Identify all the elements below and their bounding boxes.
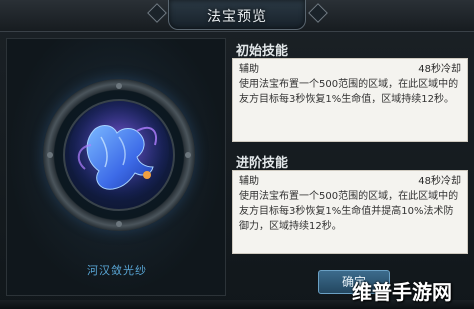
header-ornament-left xyxy=(147,3,167,23)
advanced-skill-card: 辅助 48秒冷却 使用法宝布置一个500范围的区域，在此区域中的友方目标每3秒恢… xyxy=(232,170,468,254)
header-bar: 法宝预览 xyxy=(0,0,474,32)
skill-header: 辅助 48秒冷却 xyxy=(233,171,467,188)
emblem-core xyxy=(63,99,175,211)
advanced-skill-title: 进阶技能 xyxy=(236,156,289,171)
rivet-icon xyxy=(116,221,122,227)
spirit-creature-icon xyxy=(69,101,169,201)
emblem-frame xyxy=(43,79,195,231)
watermark-text: 维普手游网 xyxy=(352,280,452,304)
skill-header: 辅助 48秒冷却 xyxy=(233,59,467,76)
rivet-icon xyxy=(185,152,191,158)
rivet-icon xyxy=(116,83,122,89)
window-title: 法宝预览 xyxy=(207,9,267,25)
skill-description: 使用法宝布置一个500范围的区域，在此区域中的友方目标每3秒恢复1%生命值，区域… xyxy=(239,79,459,105)
header-ornament-right xyxy=(308,3,328,23)
skill-type: 辅助 xyxy=(239,176,259,187)
item-display-panel: 河汉敛光纱 xyxy=(6,38,226,296)
initial-skill-card: 辅助 48秒冷却 使用法宝布置一个500范围的区域，在此区域中的友方目标每3秒恢… xyxy=(232,58,468,142)
skill-cooldown: 48秒冷却 xyxy=(418,64,461,75)
preview-window: 法宝预览 河汉敛光纱 初始技能 辅助 48秒冷却 使用法宝布置一个500范围的区… xyxy=(0,0,474,309)
site-watermark: 维普手游网 xyxy=(346,276,474,306)
skills-panel: 初始技能 辅助 48秒冷却 使用法宝布置一个500范围的区域，在此区域中的友方目… xyxy=(232,38,470,296)
initial-skill-title: 初始技能 xyxy=(236,44,289,59)
skill-cooldown: 48秒冷却 xyxy=(418,176,461,187)
item-name: 河汉敛光纱 xyxy=(87,264,147,277)
rivet-icon xyxy=(47,152,53,158)
skill-type: 辅助 xyxy=(239,64,259,75)
skill-description: 使用法宝布置一个500范围的区域，在此区域中的友方目标每3秒恢复1%生命值并提高… xyxy=(239,191,459,232)
